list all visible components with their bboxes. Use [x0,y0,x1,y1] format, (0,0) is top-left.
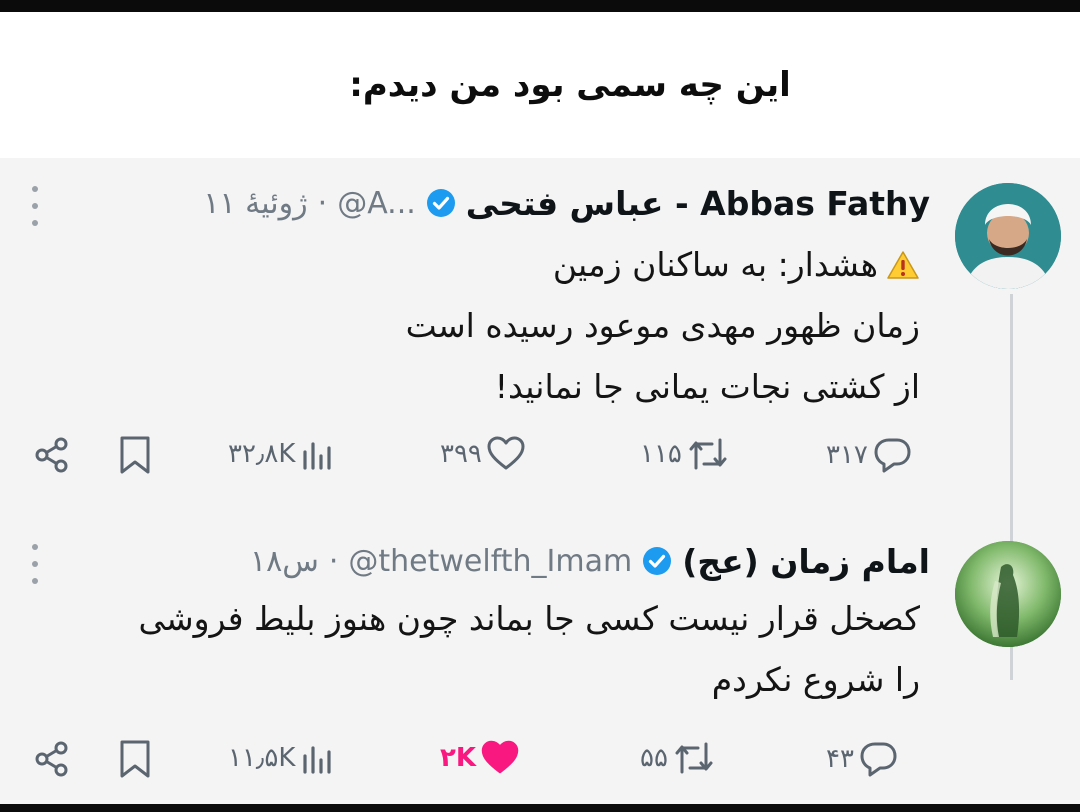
views-count-label: ۳۲٫۸K [228,439,296,469]
post-header: عباس فتحی - Abbas Fathy @A... · ۱۱ ژوئیه… [203,178,930,228]
post-line: را شروع نکردم [711,660,920,699]
top-edge-bar [0,0,1080,12]
analytics-icon [303,746,331,774]
heart-filled-icon [481,740,519,774]
verified-badge-icon [643,547,672,575]
author-name[interactable]: عباس فتحی - Abbas Fathy [466,184,930,223]
reply-button[interactable]: ۴۳ [826,738,900,780]
more-options-icon[interactable] [26,186,44,226]
reply-button[interactable]: ۳۱۷ [826,434,914,476]
post-actions: ۳۲٫۸K ۳۹۹ ۱۱۵ ۳۱۷ [0,434,1080,484]
author-handle[interactable]: @thetwelfth_Imam [348,544,632,579]
like-count: ۲K [440,743,477,773]
author-handle[interactable]: @A... [337,186,416,221]
bookmark-button[interactable] [116,738,154,780]
avatar[interactable] [955,541,1061,647]
retweet-button[interactable]: ۱۱۵ [640,434,730,474]
views-count[interactable]: ۳۲٫۸K [228,434,339,474]
share-button[interactable] [32,434,74,476]
like-button[interactable]: ۳۹۹ [440,434,526,474]
bottom-edge-bar [0,804,1080,812]
warning-icon [887,250,919,279]
author-name[interactable]: امام زمان (عج) [682,542,930,581]
like-button[interactable]: ۲K [440,738,520,778]
warning-text: هشدار: به ساکنان زمین [552,245,878,284]
more-options-icon[interactable] [26,544,44,584]
share-icon [35,741,68,777]
reply-count: ۳۱۷ [826,440,868,470]
bookmark-icon [120,436,150,474]
reply-icon [874,438,911,473]
post-header: امام زمان (عج) @thetwelfth_Imam · ۱۸س [250,536,930,586]
meta-separator: · [317,185,328,221]
post-line: زمان ظهور مهدی موعود رسیده است [405,306,920,345]
bookmark-icon [120,740,150,778]
like-count: ۳۹۹ [440,439,482,469]
bookmark-button[interactable] [116,434,154,476]
video-caption: این چه سمی بود من دیدم: [0,12,1080,158]
post-body: هشدار: به ساکنان زمین زمان ظهور مهدی موع… [40,234,920,417]
views-count[interactable]: ۱۱٫۵K [228,738,339,778]
post-body: کصخل قرار نیست کسی جا بماند چون هنوز بلی… [40,588,920,710]
retweet-count: ۱۱۵ [640,439,682,469]
reply-count: ۴۳ [826,744,854,774]
retweet-button[interactable]: ۵۵ [640,738,716,778]
retweet-icon [675,742,713,774]
post-timestamp[interactable]: ۱۱ ژوئیهٔ [203,186,307,221]
views-count-label: ۱۱٫۵K [228,743,296,773]
heart-icon [487,436,525,470]
post-line: از کشتی نجات یمانی جا نمانید! [494,367,920,406]
avatar[interactable] [955,183,1061,289]
analytics-icon [303,442,331,470]
verified-badge-icon [426,189,455,217]
post-line: کصخل قرار نیست کسی جا بماند چون هنوز بلی… [138,599,920,638]
warning-line: هشدار: به ساکنان زمین [40,234,920,295]
retweet-icon [689,438,727,470]
post-timestamp[interactable]: ۱۸س [250,544,319,579]
share-button[interactable] [32,738,74,780]
post-actions: ۱۱٫۵K ۲K ۵۵ ۴۳ [0,738,1080,788]
meta-separator: · [328,543,339,579]
reply-icon [860,742,897,777]
caption-text: این چه سمی بود من دیدم: [349,65,791,105]
tweet-thread: عباس فتحی - Abbas Fathy @A... · ۱۱ ژوئیه… [0,158,1080,804]
share-icon [35,437,68,473]
retweet-count: ۵۵ [640,743,668,773]
